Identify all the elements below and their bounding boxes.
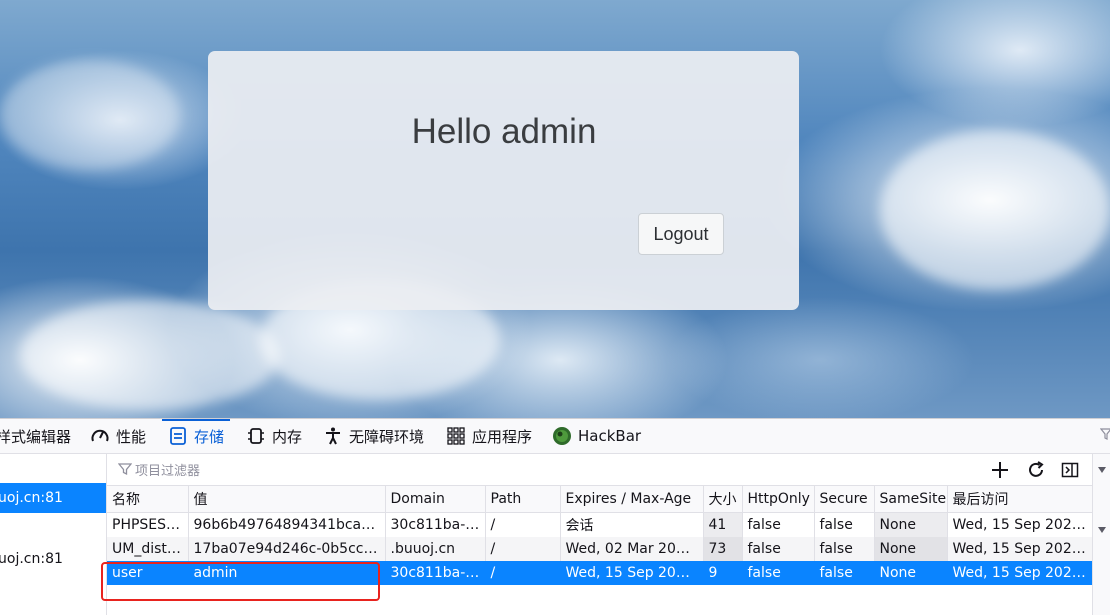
tree-item-label: uoj.cn:81 [0, 490, 63, 506]
column-header[interactable]: Domain [385, 486, 486, 513]
table-cell: false [742, 512, 815, 537]
background-cloud [20, 300, 280, 410]
column-header[interactable]: 最后访问 [947, 486, 1093, 513]
toggle-sidebar-button[interactable] [1058, 458, 1082, 482]
tab-label: 应用程序 [472, 427, 533, 446]
table-cell: Wed, 15 Sep 2021... [947, 537, 1093, 561]
filter-funnel-icon [1099, 427, 1110, 445]
column-header[interactable]: HttpOnly [742, 486, 815, 513]
table-scrollbar[interactable] [1092, 454, 1110, 615]
tab-memory[interactable]: 内存 [246, 419, 302, 453]
table-cell: 会话 [560, 512, 704, 537]
page-viewport: Hello admin Logout [0, 0, 1110, 418]
storage-icon [168, 426, 188, 446]
table-cell: None [874, 537, 948, 561]
tab-hackbar[interactable]: HackBar [552, 419, 641, 453]
accessibility-icon [323, 426, 343, 446]
tab-performance[interactable]: 性能 [90, 419, 146, 453]
table-cell: / [485, 512, 561, 537]
table-cell: 41 [703, 512, 743, 537]
column-header[interactable]: SameSite [874, 486, 948, 513]
tree-item-label: uoj.cn:81 [0, 551, 63, 567]
column-header[interactable]: 名称 [107, 486, 189, 513]
memory-chip-icon [246, 426, 266, 446]
table-cell: false [814, 512, 875, 537]
column-header[interactable]: 大小 [703, 486, 743, 513]
column-header[interactable]: Expires / Max-Age [560, 486, 704, 513]
tab-label: 性能 [116, 427, 147, 446]
table-cell: false [742, 561, 815, 585]
storage-tree-item[interactable]: uoj.cn:81 [0, 544, 106, 574]
table-cell: / [485, 561, 561, 585]
table-cell: PHPSESS... [107, 512, 189, 537]
annotation-highlight-box [101, 562, 380, 601]
column-header[interactable]: 值 [188, 486, 386, 513]
hackbar-logo-icon [552, 426, 572, 446]
table-cell: false [814, 537, 875, 561]
tab-label: 存储 [194, 427, 225, 446]
table-cell: false [814, 561, 875, 585]
table-cell: UM_disti... [107, 537, 189, 561]
tab-label: 样式编辑器 [0, 427, 72, 446]
performance-gauge-icon [90, 426, 110, 446]
table-cell: 17ba07e94d246c-0b5cc68... [188, 537, 386, 561]
table-cell: 96b6b49764894341bca24... [188, 512, 386, 537]
table-cell: .buuoj.cn [385, 537, 486, 561]
sidebar-toggle-icon [1061, 462, 1079, 478]
table-cell: Wed, 15 Sep 2021... [947, 561, 1093, 585]
filter-bar [107, 454, 1092, 486]
tab-style-editor[interactable]: 样式编辑器 [0, 419, 71, 453]
table-cell: Wed, 02 Mar 2022... [560, 537, 704, 561]
tab-storage[interactable]: 存储 [161, 419, 231, 453]
plus-icon [992, 462, 1008, 478]
storage-tree: uoj.cn:81 uoj.cn:81 [0, 454, 107, 615]
background-cloud [880, 130, 1110, 290]
welcome-card [208, 51, 799, 310]
greeting-heading: Hello admin [411, 112, 597, 151]
table-cell: 30c811ba-0... [385, 512, 486, 537]
table-row[interactable]: PHPSESS... 96b6b49764894341bca24... 30c8… [107, 512, 1093, 537]
devtools-tab-bar: 样式编辑器 性能 存储 内存 无障碍环境 应用程序 HackBar [0, 419, 1110, 454]
column-header[interactable]: Path [485, 486, 561, 513]
table-row[interactable]: UM_disti... 17ba07e94d246c-0b5cc68... .b… [107, 537, 1093, 561]
refresh-icon [1029, 461, 1044, 477]
table-cell: 30c811ba-0... [385, 561, 486, 585]
scroll-down-arrow-icon [1097, 522, 1107, 538]
storage-tree-item[interactable]: uoj.cn:81 [0, 483, 106, 513]
logout-button[interactable]: Logout [638, 213, 724, 255]
filter-input[interactable] [117, 459, 837, 483]
table-header-row: 名称 值 Domain Path Expires / Max-Age 大小 Ht… [107, 486, 1093, 513]
table-cell: 73 [703, 537, 743, 561]
column-header[interactable]: Secure [814, 486, 875, 513]
table-cell: 9 [703, 561, 743, 585]
application-grid-icon [446, 426, 466, 446]
table-cell: None [874, 512, 948, 537]
table-cell: false [742, 537, 815, 561]
tab-label: HackBar [578, 427, 642, 445]
refresh-button[interactable] [1024, 458, 1048, 482]
add-item-button[interactable] [988, 458, 1012, 482]
table-cell: Wed, 15 Sep 2021... [560, 561, 704, 585]
table-cell: Wed, 15 Sep 2021... [947, 512, 1093, 537]
tab-label: 无障碍环境 [349, 427, 425, 446]
tab-accessibility[interactable]: 无障碍环境 [323, 419, 424, 453]
tab-label: 内存 [272, 427, 303, 446]
table-cell: / [485, 537, 561, 561]
scroll-up-arrow-icon [1097, 462, 1107, 478]
tab-application[interactable]: 应用程序 [446, 419, 532, 453]
table-cell: None [874, 561, 948, 585]
